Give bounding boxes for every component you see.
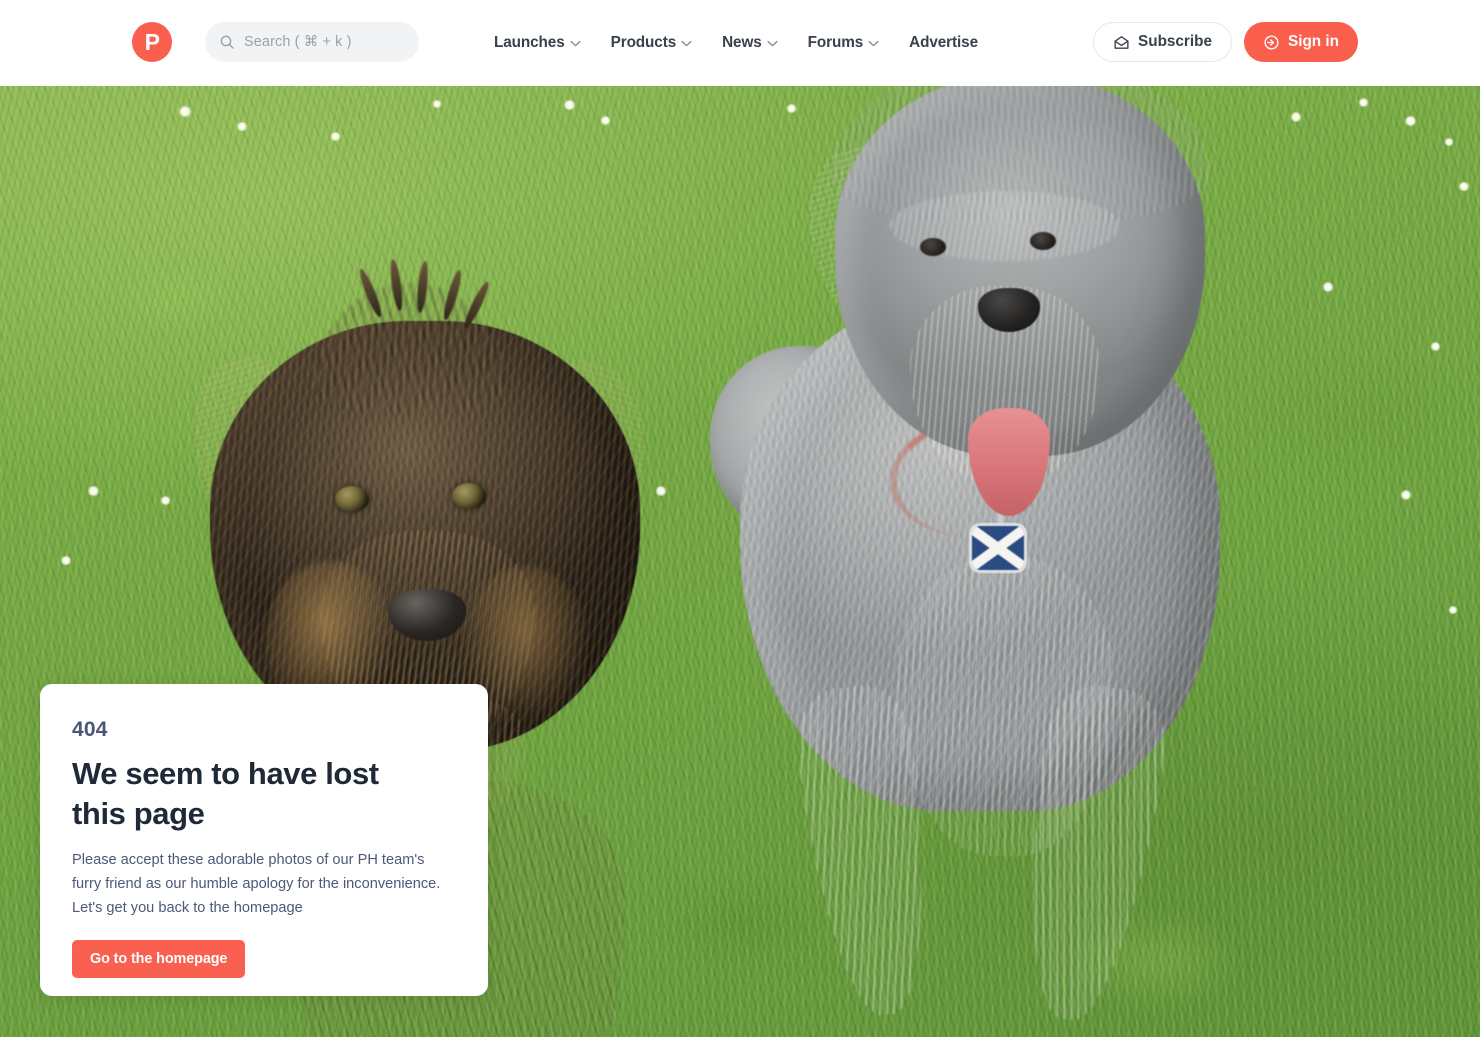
search-input[interactable]: Search ( ⌘ + k ) [205, 22, 419, 62]
hero-photo-dogs: 404 We seem to have lost this page Pleas… [0, 86, 1480, 1037]
search-placeholder: Search ( ⌘ + k ) [244, 34, 352, 50]
nav-label-launches: Launches [494, 34, 565, 51]
dog-chest [895, 556, 1115, 856]
error-code: 404 [72, 718, 108, 741]
go-to-homepage-button[interactable]: Go to the homepage [72, 940, 246, 979]
daisy [60, 556, 72, 565]
daisy [1400, 490, 1412, 500]
daisy [330, 132, 341, 141]
header-actions: Subscribe Sign in [1093, 22, 1358, 62]
subscribe-button[interactable]: Subscribe [1093, 22, 1232, 62]
daisy [1358, 98, 1369, 107]
sign-in-button[interactable]: Sign in [1244, 22, 1358, 62]
logo-letter: P [144, 28, 160, 55]
daisy [87, 486, 100, 496]
nav-item-products[interactable]: Products [611, 34, 693, 52]
daisy [600, 116, 611, 125]
sign-in-arrow-icon [1264, 34, 1279, 50]
dog-tag-scotland-flag [972, 526, 1024, 570]
envelope-open-icon [1114, 35, 1129, 49]
site-header: P Search ( ⌘ + k ) Launches Products New… [0, 0, 1480, 86]
daisy [432, 100, 442, 108]
dog-grey-schnauzer [700, 86, 1340, 1036]
nav-label-advertise: Advertise [909, 34, 978, 51]
daisy [1444, 138, 1454, 146]
nav-label-news: News [722, 34, 762, 51]
daisy [1448, 606, 1458, 614]
daisy [1430, 342, 1441, 351]
daisy [1404, 116, 1417, 126]
subscribe-label: Subscribe [1138, 33, 1212, 50]
chevron-down-icon [767, 40, 778, 46]
error-title: We seem to have lost this page [72, 756, 379, 831]
daisy [178, 106, 192, 117]
main-navigation: Launches Products News Forums Advertise [494, 0, 978, 86]
daisy [236, 122, 248, 131]
nav-item-forums[interactable]: Forums [808, 34, 880, 52]
nav-label-forums: Forums [807, 34, 864, 51]
daisy [563, 100, 576, 110]
dog-eye-left [920, 238, 946, 256]
dog-eye-left [335, 486, 369, 512]
sign-in-label: Sign in [1288, 33, 1339, 50]
chevron-down-icon [570, 40, 581, 46]
chevron-down-icon [681, 40, 692, 46]
chevron-down-icon [868, 40, 879, 46]
product-hunt-logo[interactable]: P [132, 22, 172, 62]
nav-item-launches[interactable]: Launches [494, 34, 581, 52]
dog-eye-right [1030, 232, 1056, 250]
dog-eye-right [452, 483, 486, 509]
nav-item-advertise[interactable]: Advertise [909, 34, 978, 52]
nav-label-products: Products [610, 34, 677, 51]
error-404-card: 404 We seem to have lost this page Pleas… [40, 684, 488, 996]
daisy [1458, 182, 1470, 191]
nav-item-news[interactable]: News [722, 34, 778, 52]
error-message: Please accept these adorable photos of o… [72, 851, 441, 917]
search-icon [220, 35, 234, 49]
